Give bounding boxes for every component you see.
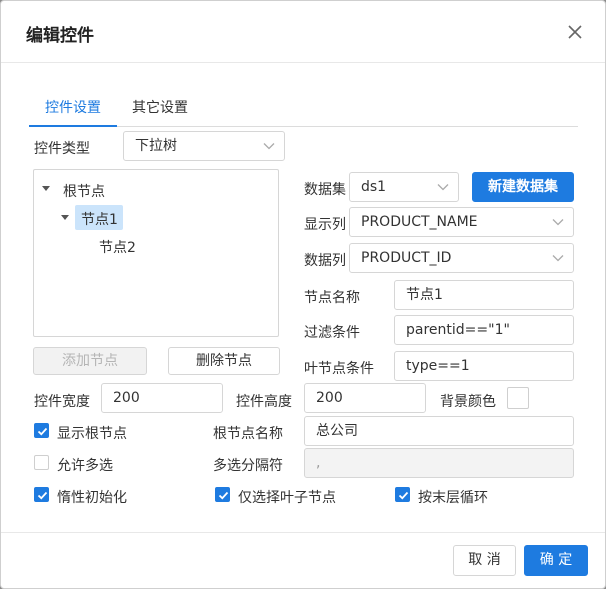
leaf-only-checkbox[interactable] [215, 487, 230, 502]
filter-input[interactable]: parentid=="1" [394, 315, 574, 345]
chevron-down-icon [552, 255, 564, 262]
leaf-condition-label: 叶节点条件 [304, 361, 374, 377]
node-name-input[interactable]: 节点1 [394, 280, 574, 310]
new-dataset-button[interactable]: 新建数据集 [472, 172, 574, 202]
edit-control-dialog: 编辑控件 控件设置 其它设置 控件类型 下拉树 根节点 节点1 节点2 添加节点… [0, 0, 606, 589]
background-color-swatch[interactable] [507, 387, 529, 409]
header-divider [1, 62, 605, 63]
show-root-checkbox[interactable] [34, 423, 49, 438]
tab-control-settings[interactable]: 控件设置 [45, 97, 101, 117]
height-label: 控件高度 [236, 394, 292, 410]
data-column-label: 数据列 [304, 253, 346, 269]
check-icon [218, 491, 229, 500]
active-tab-indicator [29, 125, 117, 127]
show-root-label: 显示根节点 [57, 426, 127, 442]
separator-label: 多选分隔符 [213, 458, 283, 474]
control-type-select[interactable]: 下拉树 [123, 131, 285, 161]
check-icon [37, 491, 48, 500]
last-level-loop-checkbox[interactable] [395, 487, 410, 502]
delete-node-button[interactable]: 删除节点 [168, 347, 280, 375]
chevron-down-icon [437, 184, 449, 191]
root-name-label: 根节点名称 [213, 426, 283, 442]
dataset-label: 数据集 [304, 182, 346, 198]
tree-node-root[interactable]: 根节点 [63, 181, 105, 201]
chevron-down-icon [552, 219, 564, 226]
node-name-label: 节点名称 [304, 290, 360, 306]
data-column-value: PRODUCT_ID [361, 250, 452, 266]
chevron-down-icon [263, 143, 275, 150]
background-color-label: 背景颜色 [440, 394, 496, 410]
multi-select-label: 允许多选 [57, 458, 113, 474]
separator-input[interactable]: , [304, 448, 574, 478]
dialog-title: 编辑控件 [26, 26, 94, 46]
last-level-loop-label: 按末层循环 [418, 490, 488, 506]
dataset-value: ds1 [361, 179, 387, 195]
tree-node-1[interactable]: 节点1 [81, 209, 118, 229]
leaf-only-label: 仅选择叶子节点 [238, 490, 336, 506]
lazy-init-checkbox[interactable] [34, 487, 49, 502]
add-node-button[interactable]: 添加节点 [33, 347, 147, 375]
caret-down-icon[interactable] [61, 215, 69, 220]
leaf-condition-input[interactable]: type==1 [394, 351, 574, 381]
check-icon [398, 491, 409, 500]
control-type-label: 控件类型 [34, 141, 90, 157]
close-icon[interactable] [564, 21, 586, 43]
lazy-init-label: 惰性初始化 [57, 490, 127, 506]
width-input[interactable]: 200 [101, 383, 223, 413]
width-label: 控件宽度 [34, 394, 90, 410]
check-icon [37, 427, 48, 436]
caret-down-icon[interactable] [42, 186, 50, 191]
filter-label: 过滤条件 [304, 325, 360, 341]
data-column-select[interactable]: PRODUCT_ID [349, 243, 574, 273]
root-name-input[interactable]: 总公司 [304, 416, 574, 446]
multi-select-checkbox[interactable] [34, 455, 49, 470]
display-column-select[interactable]: PRODUCT_NAME [349, 207, 574, 237]
ok-button[interactable]: 确 定 [524, 545, 588, 576]
tab-other-settings[interactable]: 其它设置 [132, 97, 188, 117]
dataset-select[interactable]: ds1 [349, 172, 459, 202]
tree-node-2[interactable]: 节点2 [99, 237, 136, 257]
footer-divider [1, 532, 605, 533]
control-type-value: 下拉树 [135, 138, 177, 154]
height-input[interactable]: 200 [304, 383, 426, 413]
display-column-label: 显示列 [304, 217, 346, 233]
cancel-button[interactable]: 取 消 [453, 545, 516, 576]
display-column-value: PRODUCT_NAME [361, 214, 478, 230]
